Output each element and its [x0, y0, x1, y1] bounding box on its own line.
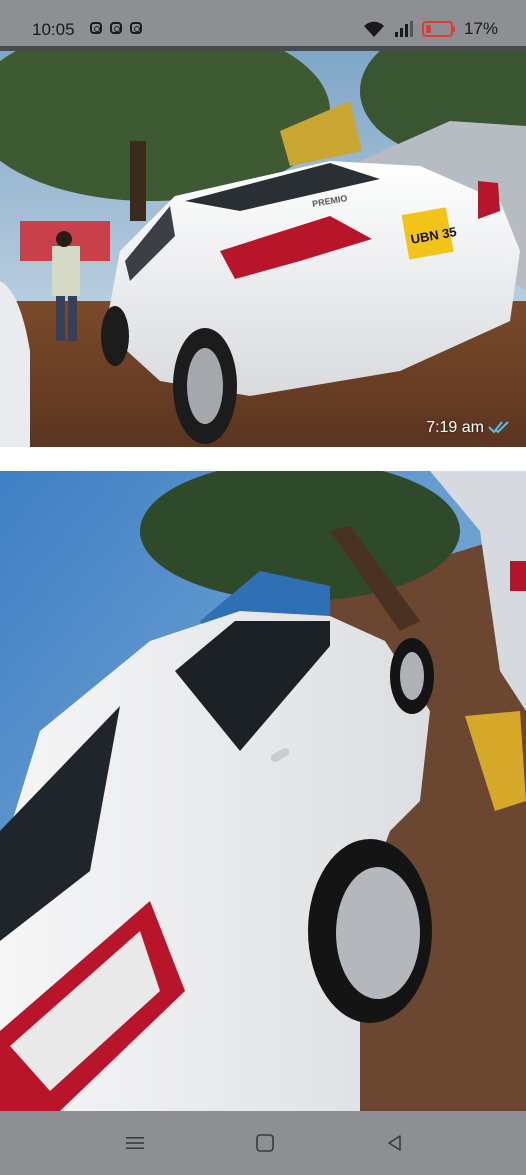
- car-photo-side-image: [0, 471, 526, 1111]
- home-icon: [256, 1134, 274, 1152]
- car-photo-rear[interactable]: UBN 35 PREMIO: [0, 51, 526, 447]
- status-indicators: 17%: [362, 19, 498, 39]
- home-button[interactable]: [235, 1111, 295, 1175]
- back-icon: [388, 1135, 401, 1151]
- battery-percent: 17%: [463, 19, 498, 38]
- car-photo-rear-image: UBN 35 PREMIO: [0, 51, 526, 447]
- message-time: 7:19 am: [426, 419, 484, 436]
- recent-apps-button[interactable]: [105, 1111, 165, 1175]
- status-bar: 10:05 17%: [0, 0, 526, 50]
- system-nav-bar: [0, 1111, 526, 1175]
- wifi-icon: [363, 21, 384, 37]
- status-time: 10:05: [32, 20, 75, 39]
- battery-icon: [421, 21, 455, 37]
- menu-icon: [126, 1137, 144, 1149]
- instagram-icon: [130, 22, 142, 34]
- car-photo-side[interactable]: [0, 471, 526, 1111]
- notification-icons: [90, 22, 142, 34]
- back-button[interactable]: [365, 1111, 425, 1175]
- instagram-icon: [110, 22, 122, 34]
- double-check-icon: [488, 421, 509, 434]
- instagram-icon: [90, 22, 102, 34]
- signal-icon: [394, 21, 413, 37]
